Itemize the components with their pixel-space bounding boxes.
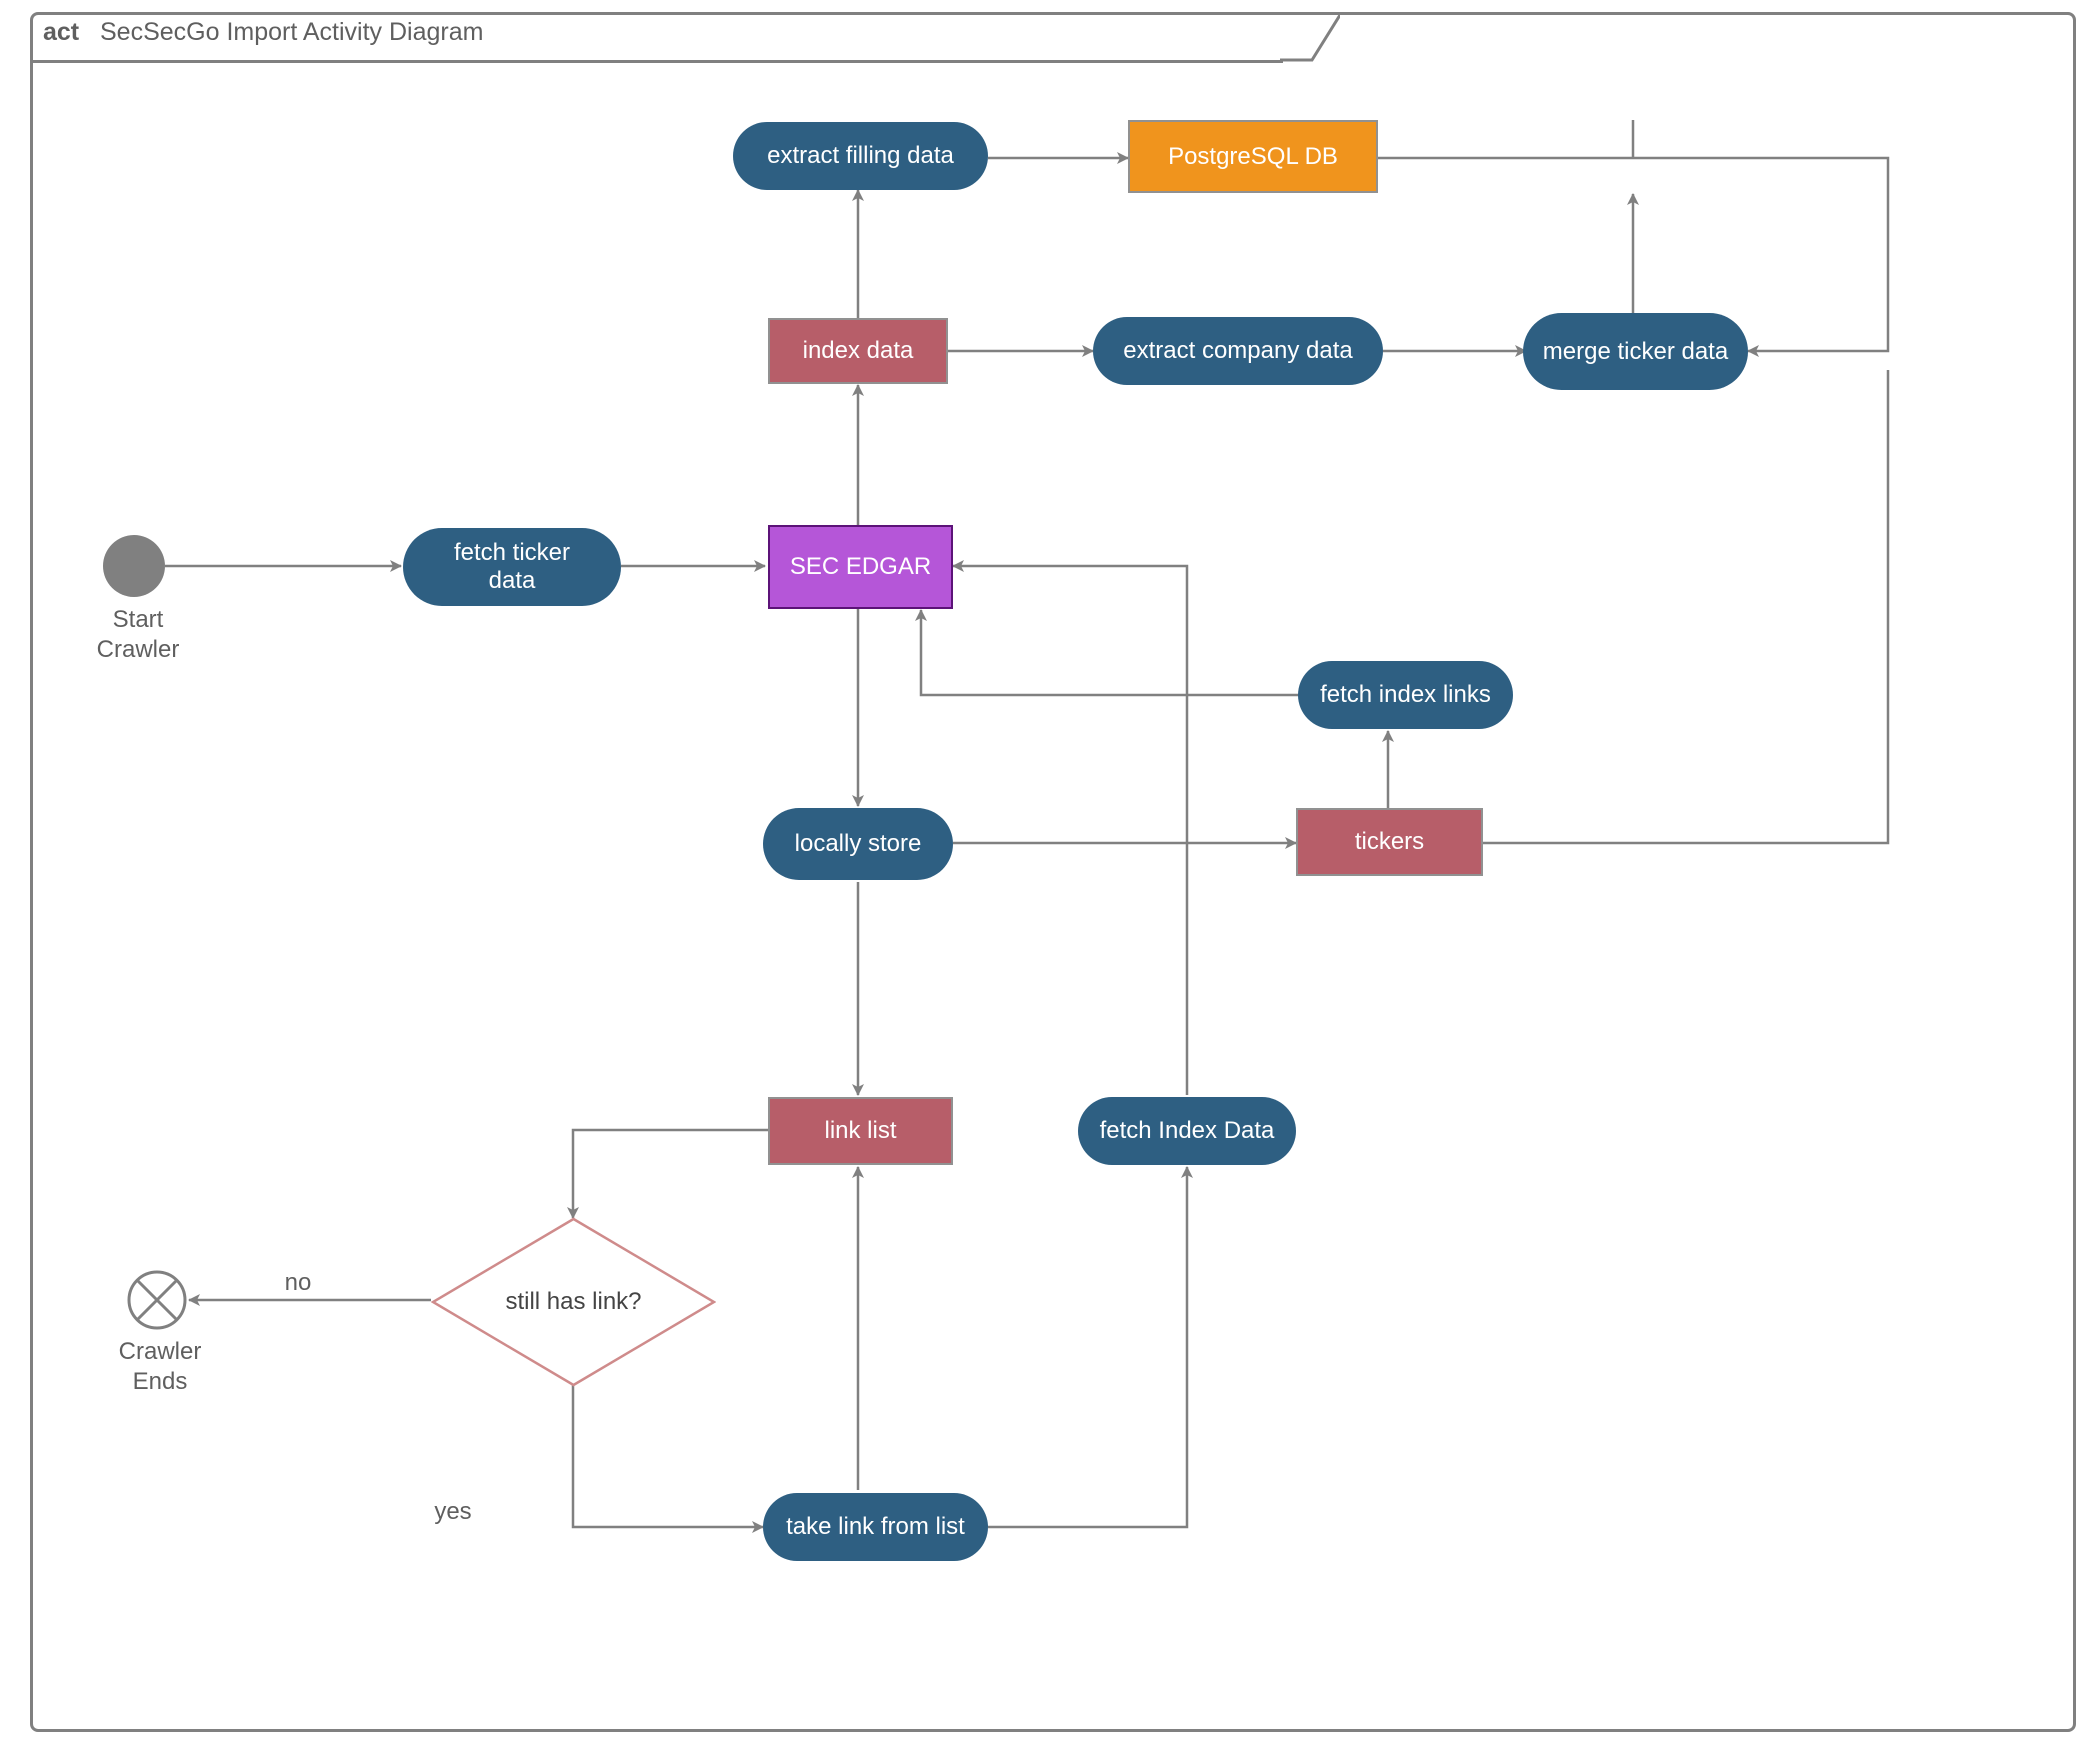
fetch-ticker-data: fetch tickerdata [403, 528, 621, 606]
tickers: tickers [1296, 808, 1483, 876]
start-label: StartCrawler [83, 605, 193, 665]
edge-no-label: no [273, 1268, 323, 1298]
start-node [103, 535, 165, 597]
end-label: CrawlerEnds [105, 1337, 215, 1397]
title-prefix: act [43, 18, 79, 46]
sec-edgar: SEC EDGAR [768, 525, 953, 609]
connectors [33, 15, 2073, 1729]
extract-company-data: extract company data [1093, 317, 1383, 385]
decision-label: still has link? [431, 1217, 716, 1387]
fetch-index-links: fetch index links [1298, 661, 1513, 729]
postgresql-db: PostgreSQL DB [1128, 120, 1378, 193]
title-text: SecSecGo Import Activity Diagram [100, 18, 483, 46]
title-arc [1280, 15, 1340, 63]
merge-ticker-data: merge ticker data [1523, 313, 1748, 390]
locally-store: locally store [763, 808, 953, 880]
link-list: link list [768, 1097, 953, 1165]
index-data: index data [768, 318, 948, 384]
diagram-frame: act SecSecGo Import Activity Diagram [30, 12, 2076, 1732]
title-separator [33, 60, 1283, 63]
extract-filling-data: extract filling data [733, 122, 988, 190]
decision-still-has-link: still has link? [431, 1217, 716, 1387]
fetch-index-data: fetch Index Data [1078, 1097, 1296, 1165]
diagram-title: act SecSecGo Import Activity Diagram [43, 18, 483, 47]
take-link-from-list: take link from list [763, 1493, 988, 1561]
edge-yes-label: yes [423, 1497, 483, 1527]
end-node [126, 1269, 188, 1331]
